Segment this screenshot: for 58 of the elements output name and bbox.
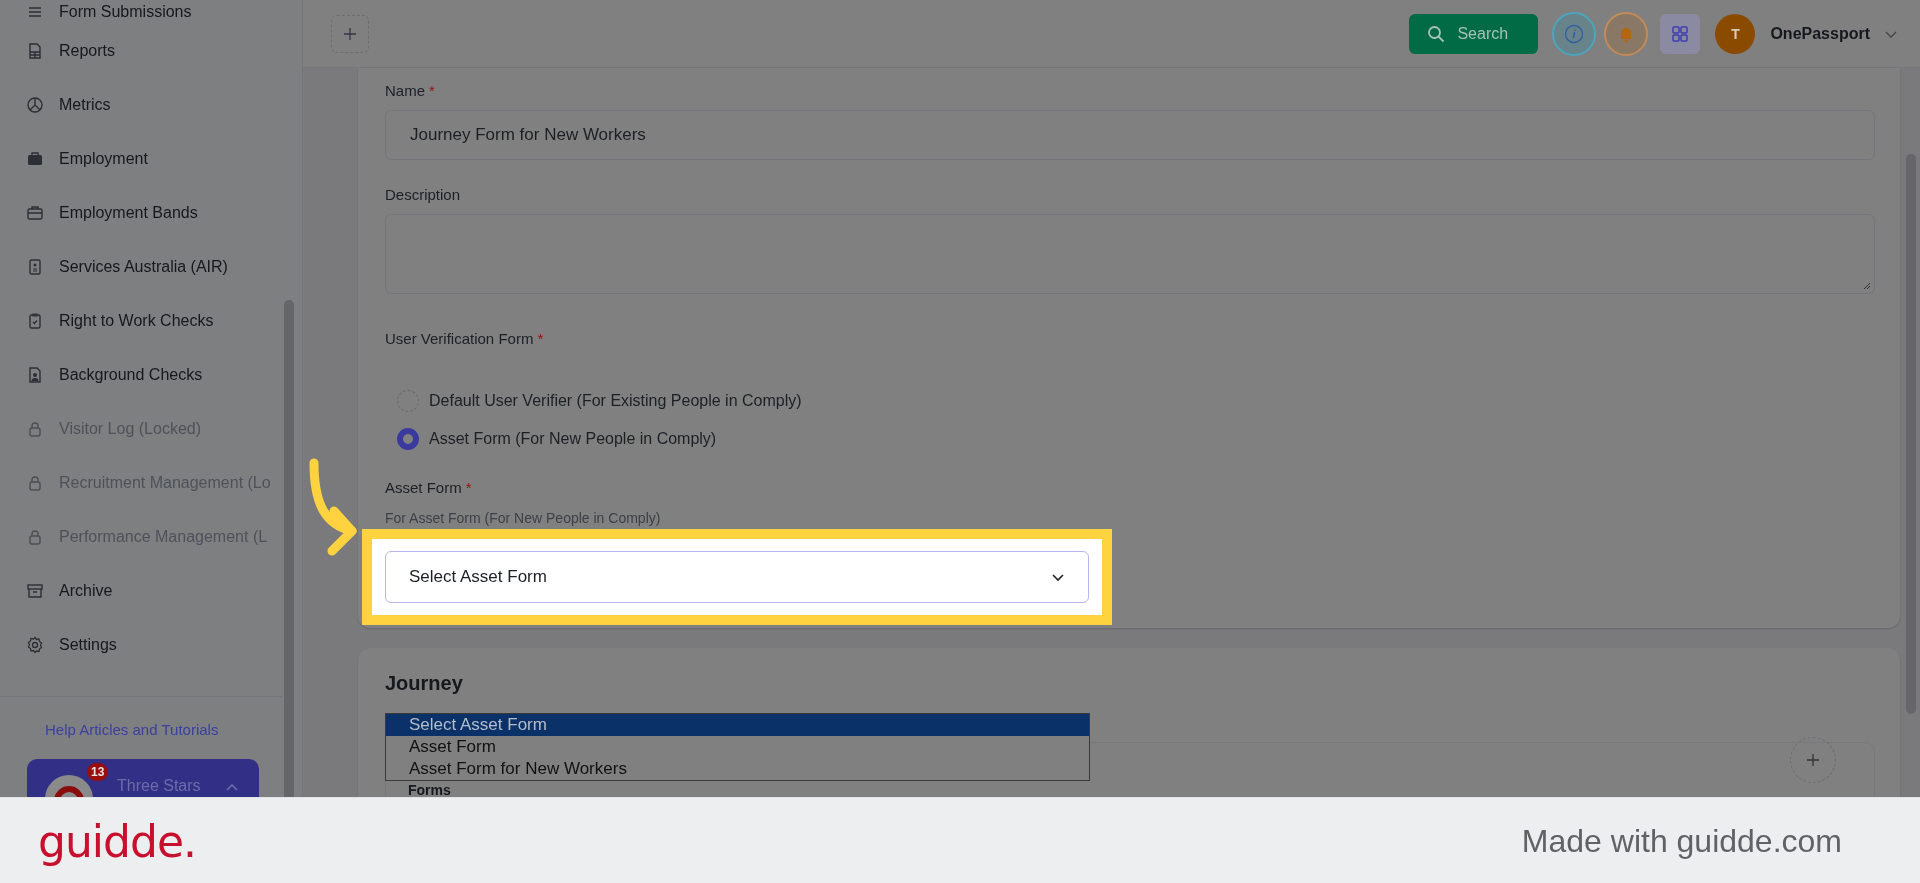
briefcase-icon bbox=[26, 150, 44, 168]
asset-form-select[interactable]: Select Asset Form bbox=[385, 551, 1089, 603]
credit-text: Made with guidde.com bbox=[1521, 822, 1842, 860]
settings-icon bbox=[26, 636, 44, 654]
plus-icon bbox=[1806, 753, 1820, 767]
notification-badge: 13 bbox=[87, 763, 109, 781]
field-label: User Verification Form bbox=[385, 330, 534, 347]
scrollbar[interactable] bbox=[284, 300, 294, 797]
field-label: Name bbox=[385, 82, 425, 99]
sidebar-item[interactable]: Employment Bands bbox=[0, 186, 282, 240]
dropdown-option[interactable]: Asset Form for New Workers bbox=[386, 758, 1089, 780]
grid-icon bbox=[1671, 24, 1690, 43]
sidebar-item[interactable]: Archive bbox=[0, 564, 282, 618]
brand-logo: guidde. bbox=[38, 815, 196, 867]
sidebar-item[interactable]: Background Checks bbox=[0, 348, 282, 402]
search-button[interactable]: Search bbox=[1409, 13, 1539, 54]
radio-option[interactable]: Asset Form (For New People in Comply) bbox=[385, 427, 1875, 451]
sidebar-item[interactable]: Metrics bbox=[0, 78, 282, 132]
section-title: Journey bbox=[385, 672, 464, 695]
info-icon bbox=[1564, 23, 1585, 44]
description-field[interactable] bbox=[385, 214, 1875, 294]
id-card-icon bbox=[26, 258, 44, 276]
radio-button[interactable] bbox=[397, 428, 419, 450]
account-name: Three Stars bbox=[117, 777, 201, 795]
sidebar-item[interactable]: Reports bbox=[0, 24, 282, 78]
field-hint: For Asset Form (For New People in Comply) bbox=[385, 510, 662, 526]
required-marker: * bbox=[429, 82, 435, 99]
search-icon bbox=[1427, 24, 1446, 43]
lock-icon bbox=[26, 528, 44, 546]
plus-icon bbox=[343, 26, 357, 41]
panel-title: Forms bbox=[408, 783, 451, 797]
sidebar-item[interactable]: Settings bbox=[0, 618, 282, 672]
lock-icon bbox=[26, 474, 44, 492]
apps-button[interactable] bbox=[1660, 13, 1701, 54]
user-avatar[interactable]: T bbox=[1715, 13, 1756, 54]
sidebar-item[interactable]: Right to Work Checks bbox=[0, 294, 282, 348]
archive-icon bbox=[26, 582, 44, 600]
dropdown-option[interactable]: Asset Form bbox=[386, 736, 1089, 758]
dropdown-option[interactable]: Select Asset Form bbox=[386, 714, 1089, 736]
field-label: Asset Form bbox=[385, 479, 462, 496]
account-switcher[interactable]: 13 Three Stars bbox=[27, 759, 259, 797]
pie-chart-icon bbox=[26, 96, 44, 114]
spreadsheet-icon bbox=[26, 42, 44, 60]
required-marker: * bbox=[537, 330, 544, 347]
sidebar-item[interactable]: Employment bbox=[0, 132, 282, 186]
briefcase-icon bbox=[26, 204, 44, 222]
document-icon bbox=[26, 366, 44, 384]
sidebar-item[interactable]: Services Australia (AIR) bbox=[0, 240, 282, 294]
user-name[interactable]: OnePassport bbox=[1770, 24, 1870, 43]
name-field[interactable]: Journey Form for New Workers bbox=[385, 110, 1875, 160]
required-marker: * bbox=[465, 479, 472, 496]
lock-icon bbox=[26, 420, 44, 438]
add-button[interactable] bbox=[331, 14, 369, 53]
radio-option[interactable]: Default User Verifier (For Existing People in Comply) bbox=[385, 389, 1875, 413]
resize-grip-icon[interactable] bbox=[1863, 282, 1871, 290]
field-label: Description bbox=[385, 186, 461, 203]
sidebar-item[interactable]: Form Submissions bbox=[0, 0, 282, 24]
clipboard-check-icon bbox=[26, 312, 44, 330]
